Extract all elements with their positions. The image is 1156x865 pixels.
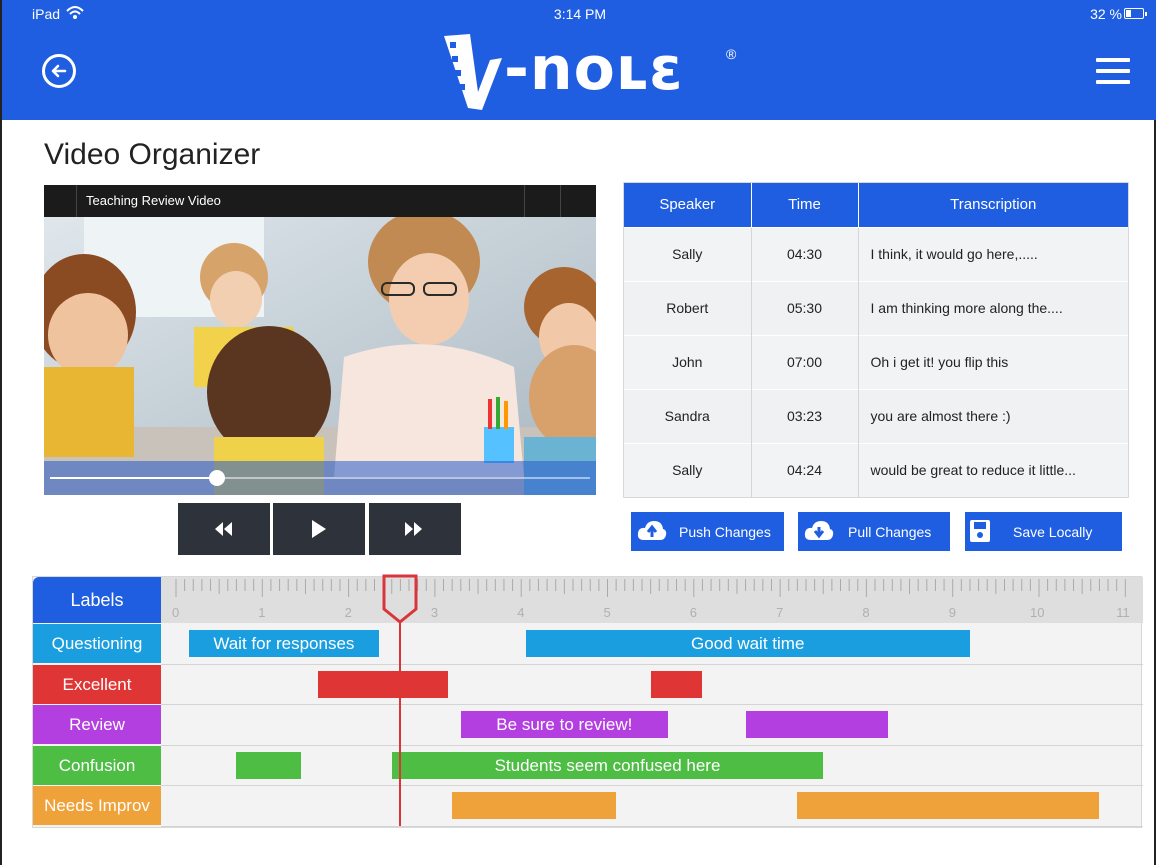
save-locally-button[interactable]: Save Locally <box>965 512 1122 551</box>
floppy-disk-icon <box>970 520 990 542</box>
timeline-segment[interactable] <box>745 711 888 738</box>
transcription-cell: Oh i get it! you flip this <box>858 334 1128 389</box>
timeline-segment[interactable]: Students seem confused here <box>391 751 824 779</box>
ruler-tick-label: 6 <box>690 605 697 620</box>
row-divider <box>161 785 1143 786</box>
playhead-line <box>399 623 402 826</box>
transcription-cell: I am thinking more along the.... <box>858 280 1128 335</box>
time-cell: 04:24 <box>751 442 859 497</box>
ruler-tick-label: 11 <box>1116 605 1130 620</box>
timeline-segment[interactable]: Be sure to review! <box>460 711 668 738</box>
speaker-cell: Sally <box>624 226 752 281</box>
row-divider <box>161 744 1143 746</box>
status-bar: iPad 3:14 PM 32 % <box>2 0 1156 28</box>
timeline-segment[interactable]: Wait for responses <box>188 630 379 657</box>
speaker-cell: Robert <box>624 280 752 335</box>
push-changes-button[interactable]: Push Changes <box>631 512 784 551</box>
transcript-row[interactable]: Sandra 03:23 you are almost there :) <box>624 388 1128 443</box>
timeline-segment[interactable] <box>452 792 617 819</box>
pull-changes-button[interactable]: Pull Changes <box>798 512 950 551</box>
pull-changes-label: Pull Changes <box>848 524 932 540</box>
speaker-column-header[interactable]: Speaker <box>624 183 752 227</box>
speaker-cell: John <box>624 334 752 389</box>
film-strip-logo-icon <box>444 34 502 110</box>
rewind-icon <box>215 522 232 536</box>
labels-header: Labels <box>33 577 161 623</box>
rewind-button[interactable] <box>178 503 270 555</box>
transcription-cell: I think, it would go here,..... <box>858 226 1128 281</box>
nav-bar: -noʟɛ ® <box>2 28 1156 120</box>
row-divider <box>161 663 1143 665</box>
transcript-row[interactable]: Robert 05:30 I am thinking more along th… <box>624 280 1128 335</box>
video-frame-image <box>44 217 596 495</box>
transcription-column-header[interactable]: Transcription <box>858 183 1128 227</box>
battery-percent: 32 % <box>1090 6 1122 22</box>
video-title-bar: Teaching Review Video <box>44 185 596 217</box>
battery-icon <box>1124 8 1147 19</box>
time-cell: 04:30 <box>751 226 859 281</box>
ruler-tick-label: 1 <box>258 605 265 620</box>
cloud-upload-icon <box>637 521 667 540</box>
transcript-table: Speaker Time Transcription Sally 04:30 I… <box>623 182 1129 498</box>
ruler-tick-label: 8 <box>862 605 869 620</box>
video-player[interactable]: Teaching Review Video <box>44 185 596 495</box>
label-timeline[interactable]: Labels 0 1 2 3 4 5 6 7 8 9 10 11 Questioning Wait fo… <box>32 573 1143 828</box>
timeline-segment[interactable]: Good wait time <box>525 630 970 657</box>
transcript-row[interactable]: Sally 04:30 I think, it would go here,..… <box>624 226 1128 281</box>
ruler-tick-label: 3 <box>431 605 438 620</box>
row-divider <box>161 704 1143 705</box>
video-seek-thumb[interactable] <box>209 470 226 486</box>
transcript-header-row: Speaker Time Transcription <box>624 183 1128 227</box>
save-locally-label: Save Locally <box>1013 524 1093 540</box>
timeline-segment[interactable] <box>236 751 302 779</box>
timeline-row-label[interactable]: Needs Improv <box>33 786 161 825</box>
time-cell: 05:30 <box>751 280 859 335</box>
back-arrow-icon <box>51 64 67 78</box>
transcription-cell: would be great to reduce it little... <box>858 442 1128 497</box>
page-title: Video Organizer <box>44 138 261 171</box>
transcript-row[interactable]: Sally 04:24 would be great to reduce it … <box>624 442 1128 497</box>
ruler-tick-label: 4 <box>517 605 524 620</box>
ruler-tick-label: 2 <box>345 605 352 620</box>
transcription-cell: you are almost there :) <box>858 388 1128 443</box>
ruler-tick-label: 7 <box>776 605 783 620</box>
logo-wordmark: -noʟɛ <box>504 34 684 104</box>
app-logo: -noʟɛ ® <box>442 32 742 112</box>
timeline-segment[interactable] <box>797 792 1100 819</box>
play-button[interactable] <box>273 503 365 555</box>
ruler-tick-label: 5 <box>604 605 611 620</box>
ruler-tick-label: 10 <box>1030 605 1044 620</box>
time-cell: 07:00 <box>751 334 859 389</box>
play-icon <box>312 520 326 538</box>
transcript-row[interactable]: John 07:00 Oh i get it! you flip this <box>624 334 1128 389</box>
push-changes-label: Push Changes <box>679 524 771 540</box>
speaker-cell: Sandra <box>624 388 752 443</box>
fast-forward-button[interactable] <box>369 503 461 555</box>
back-button[interactable] <box>42 54 76 88</box>
time-column-header[interactable]: Time <box>751 183 859 227</box>
time-cell: 03:23 <box>751 388 859 443</box>
timeline-segment[interactable] <box>318 670 448 698</box>
timeline-segment[interactable] <box>650 670 703 698</box>
ruler-tick-label: 9 <box>949 605 956 620</box>
speaker-cell: Sally <box>624 442 752 497</box>
timeline-ruler[interactable]: 0 1 2 3 4 5 6 7 8 9 10 11 <box>161 577 1143 623</box>
video-seek-track[interactable] <box>50 477 590 479</box>
video-title: Teaching Review Video <box>86 193 221 208</box>
registered-mark: ® <box>726 46 737 62</box>
cloud-download-icon <box>804 521 834 540</box>
playhead-handle-icon[interactable] <box>381 573 419 625</box>
timeline-row-label[interactable]: Questioning <box>33 624 161 663</box>
timeline-row-label[interactable]: Review <box>33 705 161 744</box>
ruler-ticks: 0 1 2 3 4 5 6 7 8 9 10 11 <box>172 579 1130 620</box>
timeline-row-label[interactable]: Excellent <box>33 664 161 704</box>
fast-forward-icon <box>405 522 422 536</box>
status-time: 3:14 PM <box>553 6 607 22</box>
video-progress-area <box>44 461 596 495</box>
row-divider <box>161 825 1143 827</box>
ruler-tick-label: 0 <box>172 605 179 620</box>
timeline-row-label[interactable]: Confusion <box>33 745 161 785</box>
app-frame: iPad 3:14 PM 32 % -noʟɛ ® Video Organize… <box>0 0 1156 865</box>
hamburger-menu-button[interactable] <box>1096 58 1130 84</box>
